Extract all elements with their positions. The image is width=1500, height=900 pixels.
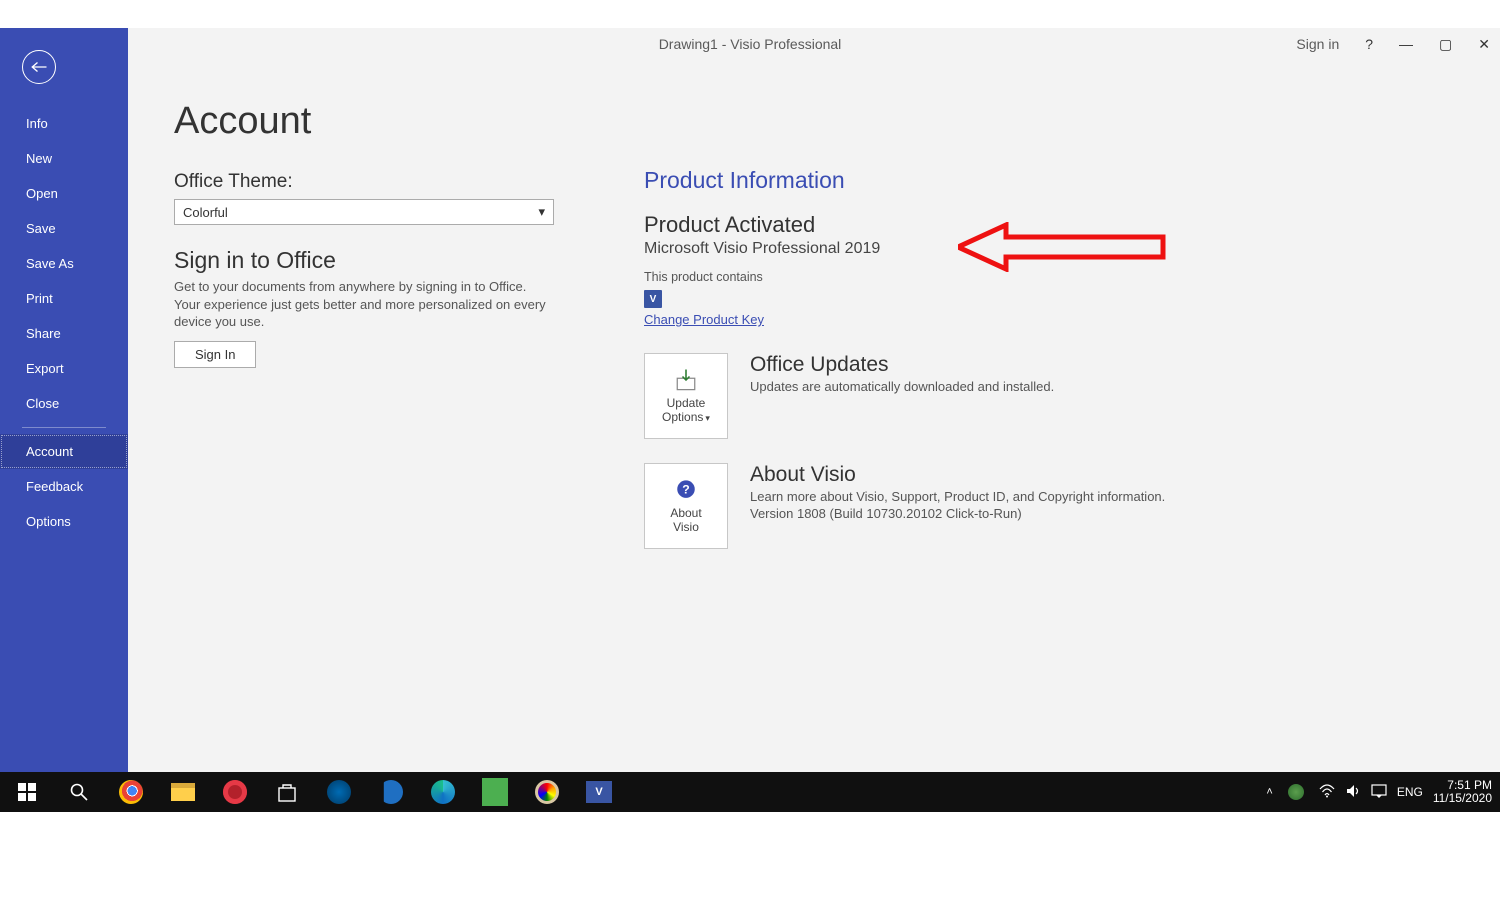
- product-contains-label: This product contains: [644, 270, 1500, 284]
- about-visio-heading: About Visio: [750, 463, 1165, 487]
- back-arrow-icon: [30, 60, 48, 74]
- tray-action-center-icon[interactable]: [1371, 784, 1387, 801]
- tray-language[interactable]: ENG: [1397, 785, 1423, 799]
- question-icon: ?: [672, 477, 700, 503]
- close-button[interactable]: ✕: [1478, 36, 1490, 53]
- tray-globe-icon[interactable]: [1283, 779, 1309, 805]
- about-visio-version: Version 1808 (Build 10730.20102 Click-to…: [750, 506, 1165, 521]
- sidebar-item-save[interactable]: Save: [0, 211, 128, 246]
- help-icon[interactable]: ?: [1365, 36, 1373, 52]
- back-button[interactable]: [22, 50, 56, 84]
- sidebar-item-feedback[interactable]: Feedback: [0, 469, 128, 504]
- update-icon: [672, 367, 700, 393]
- tray-volume-icon[interactable]: [1345, 784, 1361, 801]
- sign-in-description: Get to your documents from anywhere by s…: [174, 278, 554, 331]
- titlebar-sign-in[interactable]: Sign in: [1296, 36, 1339, 52]
- taskbar-edge-legacy[interactable]: [378, 779, 404, 805]
- sidebar-item-close[interactable]: Close: [0, 386, 128, 421]
- office-theme-select[interactable]: Colorful ▾: [174, 199, 554, 225]
- taskbar-chrome[interactable]: [118, 779, 144, 805]
- windows-logo-icon: [18, 783, 36, 801]
- search-button[interactable]: [66, 779, 92, 805]
- backstage-sidebar: InfoNewOpenSaveSave AsPrintShareExportCl…: [0, 28, 128, 772]
- sidebar-item-info[interactable]: Info: [0, 106, 128, 141]
- chevron-down-icon: ▾: [538, 204, 545, 220]
- sidebar-item-export[interactable]: Export: [0, 351, 128, 386]
- about-visio-desc: Learn more about Visio, Support, Product…: [750, 489, 1165, 504]
- product-name: Microsoft Visio Professional 2019: [644, 240, 1500, 258]
- sign-in-heading: Sign in to Office: [174, 247, 554, 274]
- sidebar-item-account[interactable]: Account: [0, 434, 128, 469]
- page-padding: [0, 812, 1500, 900]
- sidebar-item-share[interactable]: Share: [0, 316, 128, 351]
- office-theme-value: Colorful: [183, 205, 228, 220]
- sidebar-item-save-as[interactable]: Save As: [0, 246, 128, 281]
- window-title: Drawing1 - Visio Professional: [659, 36, 842, 52]
- svg-text:?: ?: [682, 483, 689, 497]
- sign-in-button[interactable]: Sign In: [174, 341, 256, 368]
- taskbar-opera[interactable]: [222, 779, 248, 805]
- title-bar: Drawing1 - Visio Professional Sign in ? …: [0, 28, 1500, 60]
- product-information-heading: Product Information: [644, 167, 1500, 194]
- search-icon: [70, 783, 88, 801]
- sidebar-item-print[interactable]: Print: [0, 281, 128, 316]
- office-updates-heading: Office Updates: [750, 353, 1054, 377]
- office-updates-desc: Updates are automatically downloaded and…: [750, 379, 1054, 394]
- account-page: Account Office Theme: Colorful ▾ Sign in…: [128, 60, 1500, 772]
- maximize-button[interactable]: ▢: [1439, 36, 1452, 53]
- about-visio-button[interactable]: ? About Visio: [644, 463, 728, 549]
- sidebar-item-open[interactable]: Open: [0, 176, 128, 211]
- change-product-key-link[interactable]: Change Product Key: [644, 312, 764, 327]
- sidebar-separator: [22, 427, 106, 428]
- taskbar-green-app[interactable]: [482, 779, 508, 805]
- taskbar-paint[interactable]: [534, 779, 560, 805]
- page-title: Account: [174, 100, 1500, 143]
- taskbar-visio[interactable]: V: [586, 779, 612, 805]
- product-activated-heading: Product Activated: [644, 212, 1500, 238]
- visio-icon: V: [644, 290, 662, 308]
- minimize-button[interactable]: —: [1399, 36, 1413, 52]
- taskbar-explorer[interactable]: [170, 779, 196, 805]
- tray-chevron-icon[interactable]: ˄: [1266, 786, 1272, 798]
- update-options-button[interactable]: Update Options▾: [644, 353, 728, 439]
- sidebar-item-options[interactable]: Options: [0, 504, 128, 539]
- taskbar-swirl[interactable]: [326, 779, 352, 805]
- tray-clock[interactable]: 7:51 PM 11/15/2020: [1433, 779, 1492, 805]
- tray-wifi-icon[interactable]: [1319, 784, 1335, 801]
- start-button[interactable]: [14, 779, 40, 805]
- sidebar-item-new[interactable]: New: [0, 141, 128, 176]
- office-theme-label: Office Theme:: [174, 171, 554, 193]
- taskbar-store[interactable]: [274, 779, 300, 805]
- store-icon: [276, 781, 298, 803]
- windows-taskbar: V ˄ ENG 7:51 PM 11/15/2020: [0, 772, 1500, 812]
- taskbar-edge[interactable]: [430, 779, 456, 805]
- chevron-down-icon: ▾: [705, 413, 710, 423]
